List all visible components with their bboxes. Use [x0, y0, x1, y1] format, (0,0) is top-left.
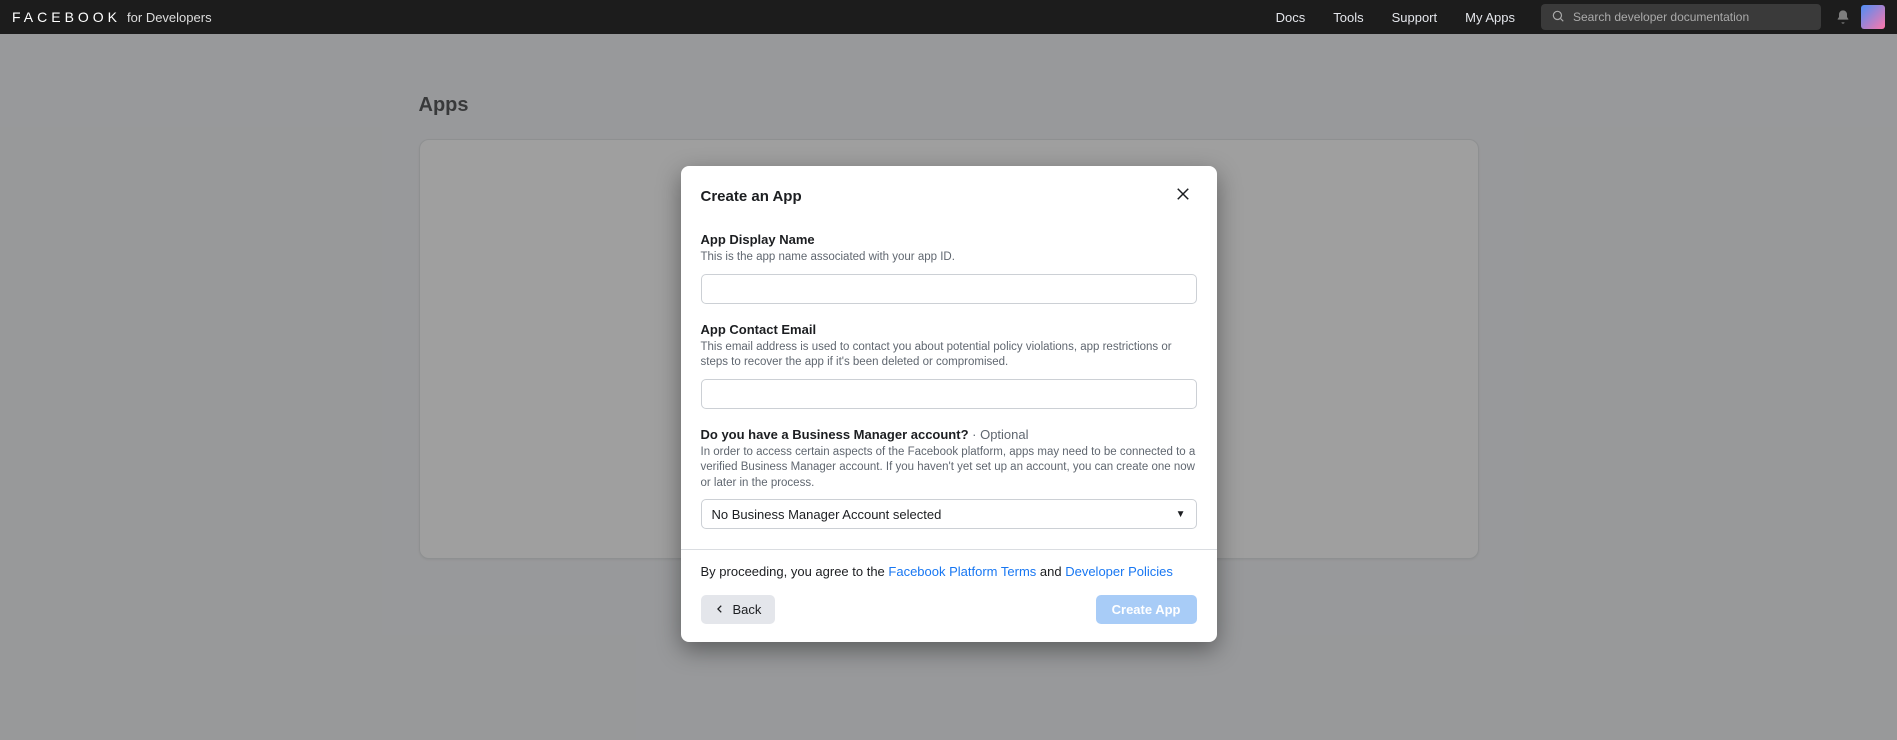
create-app-button[interactable]: Create App — [1096, 595, 1197, 624]
create-app-button-label: Create App — [1112, 602, 1181, 617]
nav-tools[interactable]: Tools — [1333, 10, 1363, 25]
avatar[interactable] — [1861, 5, 1885, 29]
business-manager-label: Do you have a Business Manager account? … — [701, 427, 1197, 442]
field-display-name: App Display Name This is the app name as… — [701, 232, 1197, 304]
search-input[interactable] — [1573, 10, 1811, 24]
brand[interactable]: FACEBOOK for Developers — [12, 9, 212, 25]
platform-terms-link[interactable]: Facebook Platform Terms — [888, 564, 1036, 579]
display-name-input[interactable] — [701, 274, 1197, 304]
developer-policies-link[interactable]: Developer Policies — [1065, 564, 1173, 579]
agreement-mid: and — [1036, 564, 1065, 579]
back-button-label: Back — [733, 602, 762, 617]
agreement-prefix: By proceeding, you agree to the — [701, 564, 889, 579]
search-box[interactable] — [1541, 4, 1821, 30]
display-name-label: App Display Name — [701, 232, 1197, 247]
nav-my-apps[interactable]: My Apps — [1465, 10, 1515, 25]
page: Apps Create an App App Display Name — [0, 34, 1897, 740]
chevron-left-icon — [715, 602, 725, 617]
business-manager-label-text: Do you have a Business Manager account? — [701, 427, 969, 442]
create-app-modal: Create an App App Display Name This is t… — [681, 166, 1217, 642]
brand-sub: for Developers — [127, 10, 212, 25]
notifications-icon[interactable] — [1835, 9, 1851, 25]
display-name-desc: This is the app name associated with you… — [701, 250, 1197, 266]
modal-overlay: Create an App App Display Name This is t… — [0, 34, 1897, 740]
brand-main: FACEBOOK — [12, 9, 121, 25]
business-manager-optional: · Optional — [969, 427, 1029, 442]
nav-support[interactable]: Support — [1392, 10, 1438, 25]
contact-email-input[interactable] — [701, 379, 1197, 409]
nav-docs[interactable]: Docs — [1276, 10, 1306, 25]
nav-links: Docs Tools Support My Apps — [1276, 10, 1515, 25]
agreement-line: By proceeding, you agree to the Facebook… — [701, 564, 1197, 579]
business-manager-select[interactable]: No Business Manager Account selected ▼ — [701, 499, 1197, 529]
back-button[interactable]: Back — [701, 595, 776, 624]
field-business-manager: Do you have a Business Manager account? … — [701, 427, 1197, 530]
search-icon — [1551, 9, 1565, 26]
contact-email-label: App Contact Email — [701, 322, 1197, 337]
business-manager-desc: In order to access certain aspects of th… — [701, 445, 1197, 492]
business-manager-selected: No Business Manager Account selected — [712, 507, 942, 522]
close-icon — [1174, 185, 1192, 208]
close-button[interactable] — [1169, 182, 1197, 210]
field-contact-email: App Contact Email This email address is … — [701, 322, 1197, 409]
contact-email-desc: This email address is used to contact yo… — [701, 340, 1197, 371]
caret-down-icon: ▼ — [1176, 509, 1186, 520]
modal-title: Create an App — [701, 188, 802, 205]
top-nav: FACEBOOK for Developers Docs Tools Suppo… — [0, 0, 1897, 34]
